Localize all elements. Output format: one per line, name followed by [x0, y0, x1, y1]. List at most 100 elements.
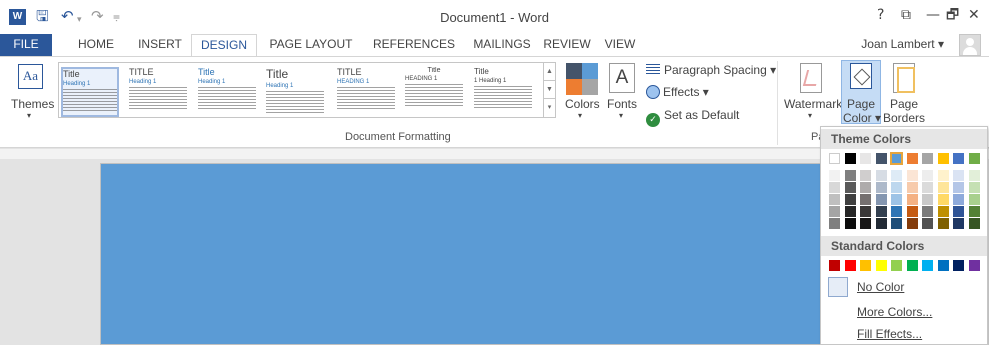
fill-effects-option[interactable]: Fill Effects... [857, 327, 922, 341]
tab-home[interactable]: HOME [70, 34, 122, 56]
tab-file[interactable]: FILE [0, 34, 52, 56]
standard-color-swatch[interactable] [875, 260, 887, 271]
theme-shade-swatch[interactable] [829, 194, 840, 205]
theme-shade-swatch[interactable] [875, 194, 887, 205]
theme-shade-swatch[interactable] [906, 194, 918, 205]
colors-dropdown-icon[interactable]: ▾ [578, 111, 582, 120]
theme-shade-swatch[interactable] [953, 170, 964, 181]
page-borders-label-2[interactable]: Borders [881, 111, 927, 126]
theme-shade-swatch[interactable] [937, 170, 949, 181]
theme-shade-swatch[interactable] [937, 218, 949, 229]
theme-shade-swatch[interactable] [829, 182, 840, 193]
colors-icon[interactable] [566, 63, 598, 95]
restore-icon[interactable]: 🗗 [946, 6, 959, 24]
theme-shade-swatch[interactable] [906, 218, 918, 229]
watermark-button[interactable]: Watermark [784, 97, 842, 111]
theme-shade-swatch[interactable] [953, 206, 964, 217]
tab-view[interactable]: VIEW [600, 34, 640, 56]
theme-shade-swatch[interactable] [968, 206, 980, 217]
theme-shade-swatch[interactable] [875, 206, 887, 217]
themes-button[interactable]: Themes [11, 97, 54, 112]
theme-shade-swatch[interactable] [860, 170, 871, 181]
theme-shade-swatch[interactable] [875, 218, 887, 229]
theme-shade-swatch[interactable] [860, 182, 871, 193]
set-as-default-button[interactable]: ✓ Set as Default [646, 108, 739, 127]
document-page[interactable] [100, 163, 860, 345]
fonts-dropdown-icon[interactable]: ▾ [619, 111, 623, 120]
standard-color-swatch[interactable] [953, 260, 964, 271]
theme-shade-swatch[interactable] [922, 206, 933, 217]
theme-shade-swatch[interactable] [891, 194, 902, 205]
theme-shade-swatch[interactable] [860, 206, 871, 217]
theme-shade-swatch[interactable] [968, 170, 980, 181]
no-color-option[interactable]: No Color [857, 280, 904, 294]
fonts-icon[interactable]: A [609, 63, 635, 93]
themes-icon[interactable]: Aa [18, 64, 43, 89]
gallery-scroll-down-icon[interactable]: ▼ [544, 81, 555, 99]
theme-shade-swatch[interactable] [906, 182, 918, 193]
standard-color-swatch[interactable] [891, 260, 902, 271]
style-set-thumbnail[interactable]: Title Heading 1 [61, 67, 119, 117]
standard-color-swatch[interactable] [844, 260, 856, 271]
theme-shade-swatch[interactable] [844, 218, 856, 229]
style-set-thumbnail[interactable]: TITLE HEADING 1 [337, 67, 395, 117]
tab-page-layout[interactable]: PAGE LAYOUT [262, 34, 360, 56]
tab-design[interactable]: DESIGN [191, 34, 257, 57]
minimize-icon[interactable]: — [926, 6, 940, 24]
theme-shade-swatch[interactable] [891, 170, 902, 181]
theme-shade-swatch[interactable] [829, 170, 840, 181]
effects-button[interactable]: Effects ▾ [646, 85, 709, 99]
theme-color-swatch[interactable] [937, 153, 949, 164]
close-icon[interactable]: ✕ [968, 6, 980, 24]
theme-shade-swatch[interactable] [953, 194, 964, 205]
help-icon[interactable]: ? [877, 6, 884, 24]
no-color-swatch[interactable] [828, 277, 848, 297]
theme-shade-swatch[interactable] [968, 218, 980, 229]
theme-shade-swatch[interactable] [953, 182, 964, 193]
theme-shade-swatch[interactable] [844, 182, 856, 193]
page-color-icon[interactable] [850, 63, 872, 89]
ribbon-display-options-icon[interactable]: ⧉ [901, 6, 911, 24]
theme-shade-swatch[interactable] [922, 218, 933, 229]
theme-color-swatch[interactable] [844, 153, 856, 164]
standard-color-swatch[interactable] [968, 260, 980, 271]
theme-shade-swatch[interactable] [891, 206, 902, 217]
theme-shade-swatch[interactable] [829, 206, 840, 217]
fonts-button[interactable]: Fonts [607, 97, 637, 111]
save-icon[interactable]: 🖫 [36, 7, 49, 25]
standard-color-swatch[interactable] [922, 260, 933, 271]
theme-shade-swatch[interactable] [829, 218, 840, 229]
style-set-thumbnail[interactable]: TITLE Heading 1 [129, 67, 187, 117]
themes-dropdown-icon[interactable]: ▾ [27, 111, 31, 120]
undo-icon[interactable]: ↶ [61, 7, 74, 25]
theme-color-swatch[interactable] [829, 153, 840, 164]
page-borders-icon[interactable] [893, 63, 915, 93]
theme-color-swatch[interactable] [890, 152, 903, 165]
colors-button[interactable]: Colors [565, 97, 600, 111]
theme-shade-swatch[interactable] [937, 206, 949, 217]
theme-shade-swatch[interactable] [891, 182, 902, 193]
theme-shade-swatch[interactable] [922, 170, 933, 181]
page-borders-label[interactable]: Page [884, 97, 924, 112]
standard-color-swatch[interactable] [860, 260, 871, 271]
paragraph-spacing-button[interactable]: Paragraph Spacing ▾ [646, 63, 776, 77]
gallery-more-icon[interactable]: ▾ [544, 99, 555, 117]
theme-shade-swatch[interactable] [937, 182, 949, 193]
theme-shade-swatch[interactable] [844, 206, 856, 217]
standard-color-swatch[interactable] [937, 260, 949, 271]
theme-shade-swatch[interactable] [968, 194, 980, 205]
word-app-icon[interactable]: W [9, 9, 26, 25]
tab-review[interactable]: REVIEW [541, 34, 593, 56]
more-colors-option[interactable]: More Colors... [857, 305, 932, 319]
watermark-dropdown-icon[interactable]: ▾ [808, 111, 812, 120]
gallery-scroll-up-icon[interactable]: ▲ [544, 63, 555, 81]
theme-shade-swatch[interactable] [922, 182, 933, 193]
standard-color-swatch[interactable] [829, 260, 840, 271]
theme-shade-swatch[interactable] [953, 218, 964, 229]
undo-dropdown-icon[interactable]: ▾ [77, 11, 82, 29]
theme-shade-swatch[interactable] [922, 194, 933, 205]
theme-color-swatch[interactable] [860, 153, 871, 164]
theme-shade-swatch[interactable] [906, 206, 918, 217]
tab-mailings[interactable]: MAILINGS [465, 34, 539, 56]
page-color-label-2[interactable]: Color ▾ [840, 111, 884, 126]
